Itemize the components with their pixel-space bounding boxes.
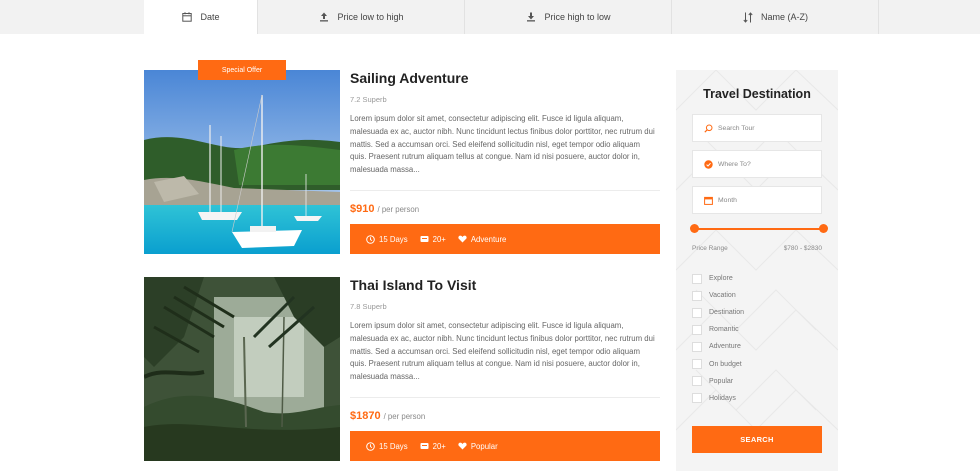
price-row: $910 / per person	[350, 203, 660, 217]
price-range-track[interactable]	[695, 228, 823, 230]
tour-info: Sailing Adventure 7.2 Superb Lorem ipsum…	[350, 70, 660, 217]
month-input[interactable]: Month	[692, 186, 822, 214]
group-size-label: 20+	[432, 441, 446, 451]
heart-icon	[458, 442, 467, 450]
tour-price: $910	[350, 203, 375, 215]
clock-icon	[366, 234, 375, 244]
location-check-icon	[703, 159, 713, 169]
tour-meta-bar: 15 Days 20+ Popular	[350, 431, 660, 461]
group-icon	[420, 443, 429, 449]
tour-description: Lorem ipsum dolor sit amet, consectetur …	[350, 114, 655, 175]
search-button[interactable]: SEARCH	[692, 426, 822, 453]
tour-title[interactable]: Thai Island To Visit	[350, 277, 660, 297]
checkbox-label: Adventure	[709, 343, 741, 351]
duration: 15 Days	[366, 235, 408, 244]
tour-meta-bar: 15 Days 20+ Adventure	[350, 224, 660, 254]
checkbox-label: Holidays	[709, 394, 736, 402]
category-checkbox[interactable]: Vacation	[692, 287, 744, 304]
tour-title[interactable]: Sailing Adventure	[350, 70, 660, 90]
search-sidebar: Travel Destination Search Tour Where To?…	[676, 70, 838, 471]
tour-card: Thai Island To Visit 7.8 Superb Lorem ip…	[144, 277, 660, 461]
price-unit: / per person	[377, 205, 420, 214]
sort-tab-label: Date	[200, 12, 220, 22]
month-placeholder: Month	[718, 196, 737, 204]
divider	[350, 190, 660, 191]
divider	[350, 397, 660, 398]
category-checklist: Explore Vacation Destination Romantic Ad…	[692, 270, 744, 407]
checkbox-label: Romantic	[709, 326, 739, 334]
tour-photo-sailboats[interactable]	[144, 70, 340, 254]
category-checkbox[interactable]: Adventure	[692, 338, 744, 355]
duration: 15 Days	[366, 442, 408, 451]
upload-arrow-icon	[318, 12, 329, 23]
checkbox[interactable]	[692, 393, 702, 404]
category-checkbox[interactable]: Holidays	[692, 390, 744, 407]
checkbox[interactable]	[692, 273, 702, 284]
sort-tab-label: Price high to low	[544, 12, 611, 22]
tour-rating: 7.2 Superb	[350, 95, 387, 104]
checkbox[interactable]	[692, 359, 702, 370]
tour-description: Lorem ipsum dolor sit amet, consectetur …	[350, 321, 655, 382]
price-range-min-handle[interactable]	[690, 224, 699, 233]
group-size: 20+	[420, 235, 446, 244]
duration-label: 15 Days	[379, 234, 408, 244]
price-range-value: $780 - $2830	[783, 245, 822, 252]
tour-photo-jungle[interactable]	[144, 277, 340, 461]
checkbox[interactable]	[692, 307, 702, 318]
category-checkbox[interactable]: Romantic	[692, 321, 744, 338]
sort-tab-label: Price low to high	[337, 12, 404, 22]
sort-tab-price-high-low[interactable]: Price high to low	[465, 0, 672, 34]
tour-info: Thai Island To Visit 7.8 Superb Lorem ip…	[350, 277, 660, 424]
where-to-placeholder: Where To?	[718, 160, 751, 168]
special-offer-badge: Special Offer	[198, 60, 286, 80]
sort-alpha-icon	[742, 11, 753, 23]
price-unit: / per person	[383, 412, 426, 421]
search-icon	[703, 123, 713, 133]
download-arrow-icon	[525, 12, 536, 23]
sidebar-title: Travel Destination	[703, 87, 811, 101]
category-checkbox[interactable]: Explore	[692, 270, 744, 287]
heart-icon	[458, 235, 467, 243]
checkbox-label: Explore	[709, 275, 733, 283]
checkbox[interactable]	[692, 290, 702, 301]
checkbox-label: Popular	[709, 377, 734, 385]
sort-tab-date[interactable]: Date	[144, 0, 258, 34]
sort-bar: Date Price low to high Price high to low…	[0, 0, 980, 34]
checkbox[interactable]	[692, 324, 702, 335]
checkbox-label: On budget	[709, 360, 742, 368]
tour-price: $1870	[350, 410, 381, 422]
group-size-label: 20+	[432, 234, 446, 244]
category-checkbox[interactable]: Destination	[692, 304, 744, 321]
checkbox[interactable]	[692, 341, 702, 352]
category-label: Adventure	[470, 234, 507, 244]
where-to-input[interactable]: Where To?	[692, 150, 822, 178]
sort-tab-name[interactable]: Name (A-Z)	[672, 0, 879, 34]
price-range-max-handle[interactable]	[819, 224, 828, 233]
tour-rating: 7.8 Superb	[350, 302, 387, 311]
sort-tab-price-low-high[interactable]: Price low to high	[258, 0, 465, 34]
price-row: $1870 / per person	[350, 410, 660, 424]
checkbox-label: Destination	[709, 309, 745, 317]
group-size: 20+	[420, 442, 446, 451]
search-tour-placeholder: Search Tour	[718, 124, 755, 132]
calendar-icon	[181, 12, 192, 23]
category-label: Popular	[470, 441, 498, 451]
category: Adventure	[458, 234, 507, 244]
duration-label: 15 Days	[379, 441, 408, 451]
group-icon	[420, 236, 429, 242]
sort-tab-label: Name (A-Z)	[761, 12, 808, 22]
category-checkbox[interactable]: On budget	[692, 355, 744, 372]
checkbox-label: Vacation	[709, 292, 736, 300]
clock-icon	[366, 441, 375, 451]
tour-card: Special Offer Sailing Adventure 7.2 Supe…	[144, 60, 660, 254]
search-tour-input[interactable]: Search Tour	[692, 114, 822, 142]
calendar-icon	[703, 195, 713, 205]
price-range-label: Price Range	[692, 245, 728, 252]
category: Popular	[458, 442, 498, 451]
category-checkbox[interactable]: Popular	[692, 373, 744, 390]
checkbox[interactable]	[692, 376, 702, 387]
